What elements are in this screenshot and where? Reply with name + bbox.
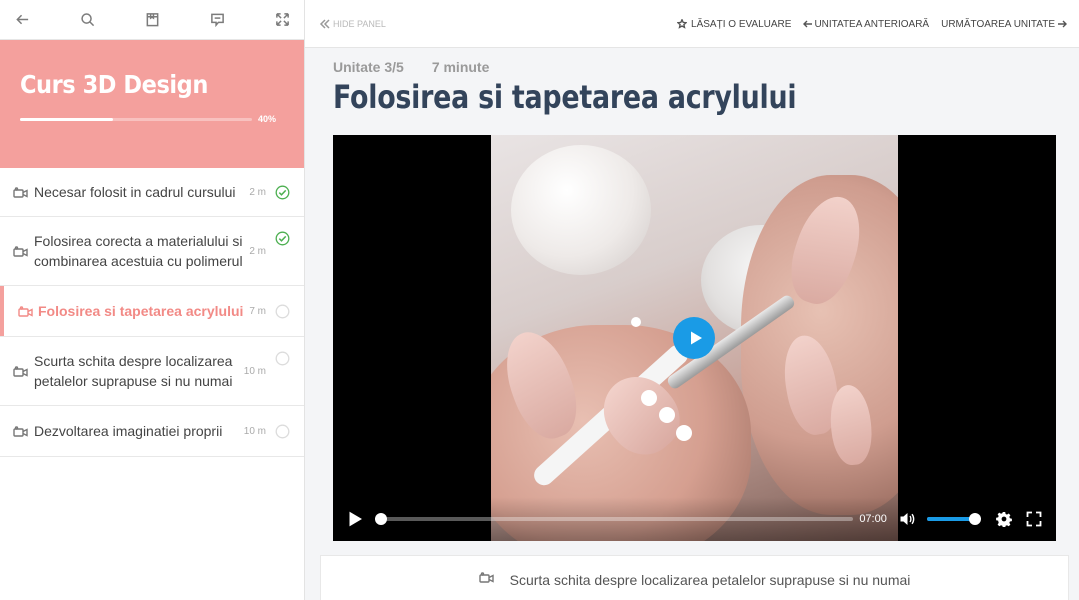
video-camera-icon	[13, 425, 28, 437]
search-button[interactable]	[79, 12, 95, 28]
lesson-item-5[interactable]: Dezvoltarea imaginatiei proprii 10 m	[0, 406, 304, 457]
leave-review-label: Lăsați o evaluare	[691, 18, 792, 30]
lesson-duration: 2 m	[249, 186, 266, 198]
lesson-item-3-active[interactable]: Folosirea si tapetarea acrylului 7 m	[0, 286, 304, 337]
double-chevron-left-icon	[319, 18, 330, 29]
next-unit-label: Următoarea unitate	[941, 18, 1055, 30]
video-camera-icon	[478, 571, 494, 589]
play-icon	[690, 331, 702, 345]
video-time: 07:00	[859, 513, 887, 525]
play-overlay-button[interactable]	[673, 317, 715, 359]
lesson-item-1[interactable]: Necesar folosit in cadrul cursului 2 m	[0, 168, 304, 217]
search-icon	[80, 13, 94, 27]
arrow-right-icon	[1058, 20, 1067, 28]
unit-position: Unitate 3/5	[333, 59, 404, 75]
previous-unit-button[interactable]: Unitatea anterioară	[803, 19, 929, 30]
lesson-duration: 2 m	[249, 245, 266, 257]
course-progress-bar	[20, 118, 252, 121]
check-circle-icon	[275, 185, 290, 200]
unit-meta: Unitate 3/5 7 minute	[333, 59, 489, 75]
lesson-item-2[interactable]: Folosirea corecta a materialului si comb…	[0, 217, 304, 286]
video-controls: 07:00	[333, 497, 1056, 541]
volume-icon	[900, 513, 915, 525]
fullscreen-button[interactable]	[274, 12, 290, 28]
video-camera-icon	[13, 186, 28, 198]
fullscreen-icon	[275, 13, 289, 26]
fullscreen-video-button[interactable]	[1024, 509, 1044, 529]
course-progress-label: 40%	[258, 114, 277, 124]
lesson-duration: 7 m	[249, 305, 266, 317]
play-button[interactable]	[345, 509, 365, 529]
leave-review-button[interactable]: Lăsați o evaluare	[677, 19, 791, 30]
bookmark-button[interactable]	[144, 12, 160, 28]
course-title: Curs 3D Design	[20, 70, 208, 99]
hide-panel-button[interactable]: Hide panel	[319, 18, 386, 30]
next-lesson-title: Scurta schita despre localizarea petalel…	[509, 572, 911, 588]
check-circle-icon	[275, 231, 290, 246]
hide-panel-label: Hide panel	[333, 18, 386, 29]
lesson-title: Folosirea si tapetarea acrylului	[38, 303, 244, 319]
next-lesson-card[interactable]: Scurta schita despre localizarea petalel…	[320, 555, 1069, 600]
empty-circle-icon	[275, 304, 290, 319]
fullscreen-icon	[1026, 511, 1042, 527]
lesson-title: Dezvoltarea imaginatiei proprii	[34, 423, 223, 439]
next-unit-button[interactable]: Următoarea unitate	[941, 19, 1067, 30]
settings-button[interactable]	[994, 509, 1014, 529]
volume-fill	[926, 517, 975, 521]
comment-icon	[210, 13, 224, 27]
unit-title: Folosirea si tapetarea acrylului	[333, 78, 797, 116]
seek-handle[interactable]	[374, 513, 387, 525]
video-camera-icon	[13, 245, 28, 257]
volume-slider[interactable]	[926, 513, 981, 525]
unit-content: Hide panel Lăsați o evaluare Unitatea an…	[305, 0, 1079, 600]
unit-navigation: Lăsați o evaluare Unitatea anterioară Ur…	[677, 0, 1067, 48]
app: Curs 3D Design 40% Necesar folosit in ca…	[0, 0, 1079, 600]
video-camera-icon	[18, 305, 33, 317]
lesson-duration: 10 m	[243, 365, 266, 377]
unit-duration: 7 minute	[431, 59, 490, 75]
lesson-title: Necesar folosit in cadrul cursului	[34, 184, 236, 200]
back-button[interactable]	[14, 12, 30, 28]
previous-unit-label: Unitatea anterioară	[814, 18, 930, 30]
lesson-item-4[interactable]: Scurta schita despre localizarea petalel…	[0, 337, 304, 406]
gear-icon	[996, 512, 1013, 527]
star-icon	[677, 19, 688, 29]
empty-circle-icon	[275, 424, 290, 439]
lesson-title: Folosirea corecta a materialului si comb…	[34, 233, 243, 269]
seek-bar[interactable]	[374, 513, 854, 525]
bookmark-icon	[146, 13, 158, 27]
comments-button[interactable]	[209, 12, 225, 28]
mute-button[interactable]	[897, 509, 917, 529]
lesson-list: Necesar folosit in cadrul cursului 2 m F…	[0, 168, 304, 457]
top-bar: Hide panel Lăsați o evaluare Unitatea an…	[305, 0, 1079, 48]
course-sidebar: Curs 3D Design 40% Necesar folosit in ca…	[0, 0, 305, 600]
empty-circle-icon	[275, 351, 290, 366]
arrow-left-icon	[15, 14, 28, 25]
video-player[interactable]: 07:00	[333, 135, 1056, 541]
video-camera-icon	[13, 365, 28, 377]
sidebar-toolbar	[0, 0, 304, 40]
course-progress-fill	[20, 118, 113, 121]
arrow-left-icon	[803, 20, 813, 28]
play-icon	[349, 511, 362, 527]
lesson-duration: 10 m	[243, 425, 266, 437]
course-header: Curs 3D Design	[0, 40, 304, 168]
lesson-title: Scurta schita despre localizarea petalel…	[34, 353, 233, 389]
volume-handle[interactable]	[968, 513, 981, 525]
